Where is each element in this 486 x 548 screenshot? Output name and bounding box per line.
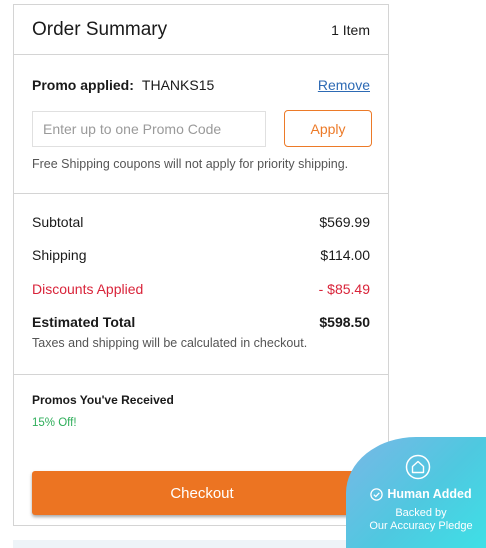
promo-code-input[interactable] bbox=[32, 111, 266, 147]
promo-applied-code: THANKS15 bbox=[141, 77, 215, 93]
subtotal-row: Subtotal $569.99 bbox=[32, 214, 370, 230]
estimated-total-value: $598.50 bbox=[319, 314, 370, 330]
badge-line-backed: Backed by bbox=[395, 507, 447, 519]
discounts-value: - $85.49 bbox=[318, 281, 370, 297]
human-added-badge[interactable]: Human Added Backed by Our Accuracy Pledg… bbox=[346, 437, 486, 548]
promos-received-heading: Promos You've Received bbox=[32, 393, 174, 407]
discounts-row: Discounts Applied - $85.49 bbox=[32, 281, 370, 297]
promo-shipping-note: Free Shipping coupons will not apply for… bbox=[32, 157, 349, 171]
received-promo-item: 15% Off! bbox=[32, 417, 77, 429]
estimated-total-row: Estimated Total $598.50 bbox=[32, 314, 370, 330]
remove-promo-link[interactable]: Remove bbox=[318, 77, 370, 93]
estimated-total-label: Estimated Total bbox=[32, 314, 136, 330]
check-circle-icon bbox=[370, 487, 384, 501]
promo-section: Promo applied: THANKS15 Remove Apply Free… bbox=[14, 55, 388, 194]
shipping-label: Shipping bbox=[32, 247, 87, 263]
human-added-title: Human Added bbox=[387, 487, 472, 501]
subtotal-label: Subtotal bbox=[32, 214, 84, 230]
subtotal-value: $569.99 bbox=[319, 214, 370, 230]
house-icon bbox=[405, 454, 431, 480]
promo-applied-label: Promo applied: bbox=[32, 77, 134, 93]
checkout-button[interactable]: Checkout bbox=[32, 471, 372, 515]
shipping-row: Shipping $114.00 bbox=[32, 247, 370, 263]
totals-section: Subtotal $569.99 Shipping $114.00 Discou… bbox=[14, 194, 388, 375]
order-summary-header: Order Summary 1 Item bbox=[14, 5, 388, 55]
order-summary-card: Order Summary 1 Item Promo applied: THANK… bbox=[13, 4, 389, 526]
tax-note: Taxes and shipping will be calculated in… bbox=[32, 336, 308, 350]
human-added-title-row: Human Added bbox=[346, 487, 486, 501]
shipping-value: $114.00 bbox=[320, 247, 370, 263]
item-count: 1 Item bbox=[331, 21, 370, 38]
discounts-label: Discounts Applied bbox=[32, 281, 144, 297]
promo-applied-row: Promo applied: THANKS15 Remove bbox=[32, 77, 370, 93]
order-summary-title: Order Summary bbox=[32, 18, 168, 40]
promo-applied-info: Promo applied: THANKS15 bbox=[32, 77, 214, 93]
apply-promo-button[interactable]: Apply bbox=[284, 110, 372, 147]
badge-line-pledge: Our Accuracy Pledge bbox=[369, 520, 473, 532]
